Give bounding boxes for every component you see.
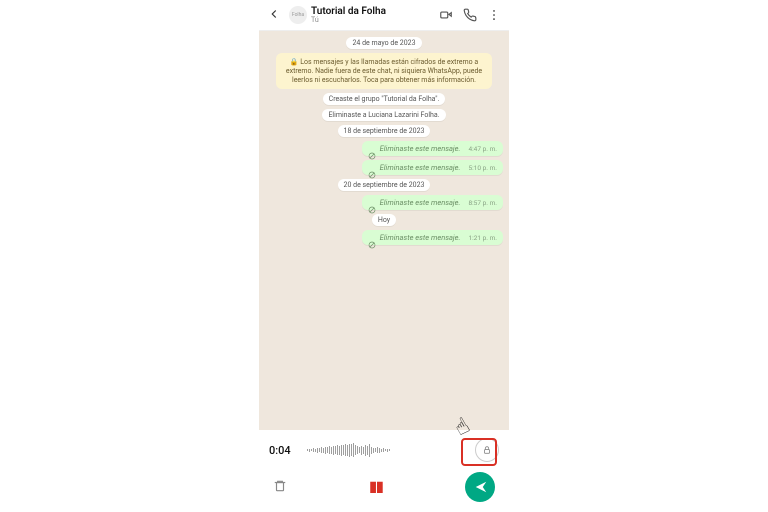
more-options-icon[interactable] [487,8,501,22]
date-separator: 18 de septiembre de 2023 [338,125,431,137]
chat-title-area[interactable]: Tutorial da Folha Tú [311,7,439,24]
chat-subtitle: Tú [311,17,439,24]
voice-call-icon[interactable] [463,8,477,22]
prohibited-icon [368,145,376,153]
deleted-label: Eliminaste este mensaje. [380,233,461,242]
recording-timer: 0:04 [269,444,299,457]
discard-recording-button[interactable] [273,478,287,497]
date-separator: 24 de mayo de 2023 [346,37,421,49]
message-time: 1:21 p. m. [468,234,497,242]
deleted-label: Eliminaste este mensaje. [380,144,461,153]
system-message: Creaste el grupo "Tutorial da Folha". [323,93,446,105]
message-time: 4:47 p. m. [468,145,497,153]
message-time: 5:10 p. m. [468,164,497,172]
chat-title: Tutorial da Folha [311,7,439,17]
prohibited-icon [368,164,376,172]
recording-lock-button[interactable] [475,438,499,462]
deleted-label: Eliminaste este mensaje. [380,163,461,172]
deleted-label: Eliminaste este mensaje. [380,198,461,207]
prohibited-icon [368,199,376,207]
date-separator: Hoy [372,214,396,226]
deleted-message[interactable]: Eliminaste este mensaje. 1:21 p. m. [362,230,503,245]
prohibited-icon [368,234,376,242]
deleted-message[interactable]: Eliminaste este mensaje. 8:57 p. m. [362,195,503,210]
audio-waveform[interactable] [307,441,467,459]
chat-screen: Folha Tutorial da Folha Tú 24 de mayo de… [259,0,509,512]
chat-avatar[interactable]: Folha [289,6,307,24]
chat-header: Folha Tutorial da Folha Tú [259,0,509,31]
date-separator: 20 de septiembre de 2023 [338,179,431,191]
deleted-message[interactable]: Eliminaste este mensaje. 5:10 p. m. [362,160,503,175]
encryption-notice[interactable]: 🔒 Los mensajes y las llamadas están cifr… [276,53,492,89]
voice-recorder-panel: 0:04 ☜ ▮▮ [259,430,509,512]
message-time: 8:57 p. m. [468,199,497,207]
back-button[interactable] [263,4,285,27]
pause-recording-button[interactable]: ▮▮ [369,479,382,495]
send-recording-button[interactable] [465,472,495,502]
messages-area[interactable]: 24 de mayo de 2023 🔒 Los mensajes y las … [259,31,509,430]
video-call-icon[interactable] [439,8,453,22]
system-message: Eliminaste a Luciana Lazarini Folha. [322,109,445,121]
deleted-message[interactable]: Eliminaste este mensaje. 4:47 p. m. [362,141,503,156]
